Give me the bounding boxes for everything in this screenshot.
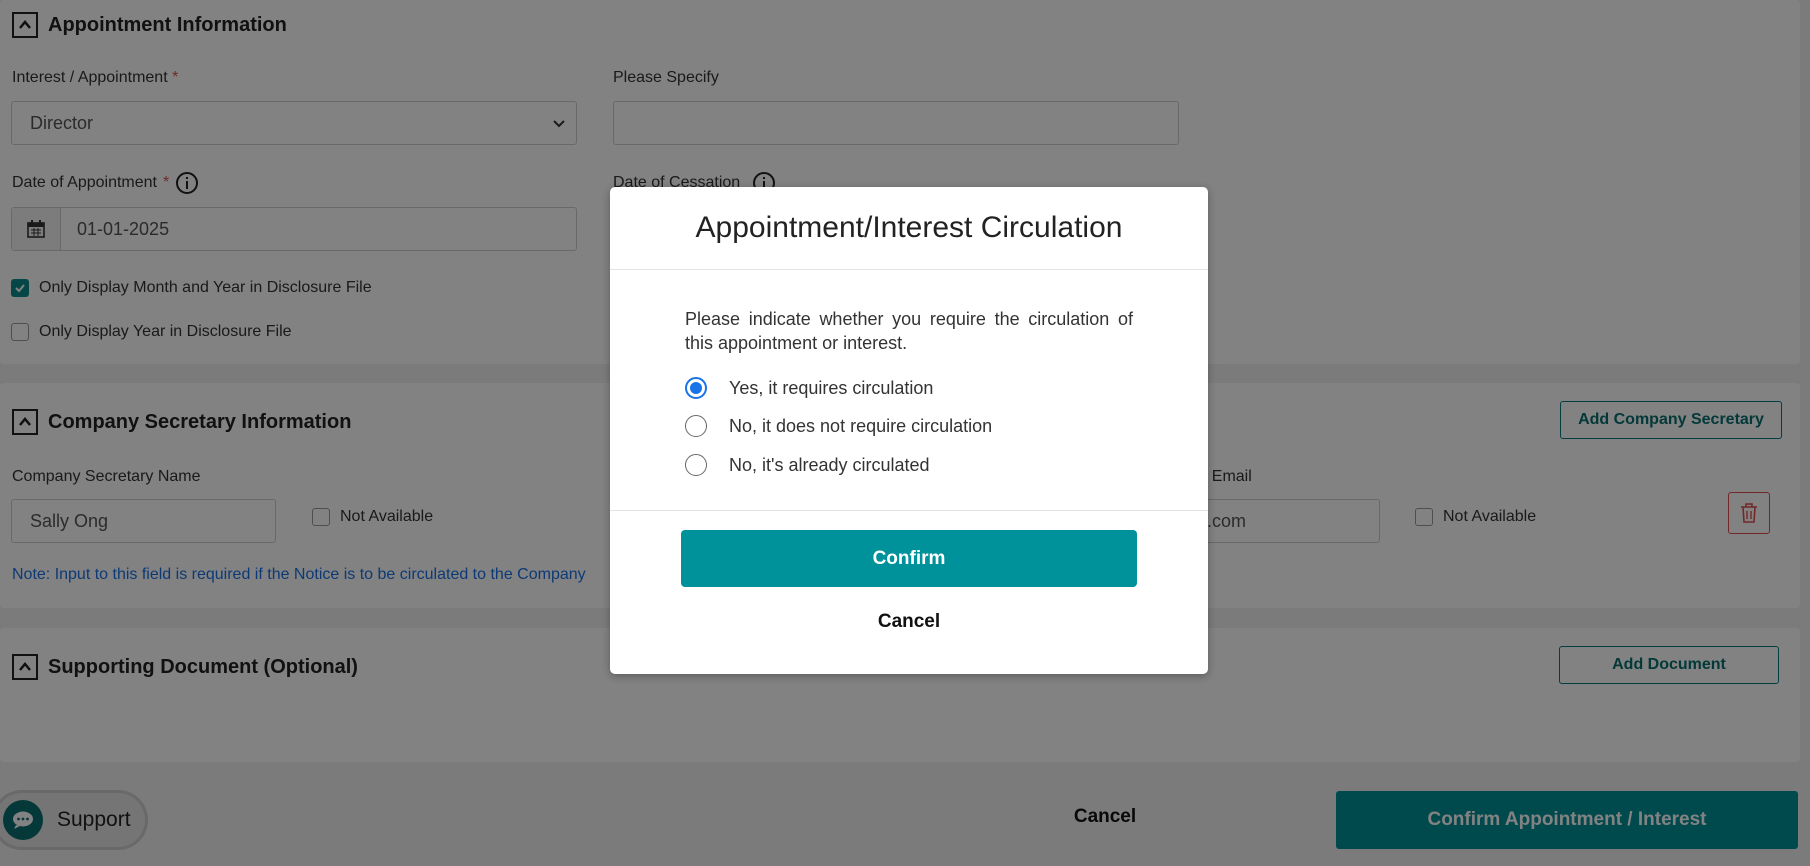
modal-confirm-button[interactable]: Confirm	[681, 530, 1137, 587]
radio-label: No, it's already circulated	[729, 454, 930, 475]
radio-option-already-circulated[interactable]: No, it's already circulated	[685, 454, 930, 476]
radio-option-requires[interactable]: Yes, it requires circulation	[685, 377, 933, 399]
circulation-modal: Appointment/Interest Circulation Please …	[610, 187, 1208, 674]
radio-option-not-required[interactable]: No, it does not require circulation	[685, 415, 992, 437]
radio-label: No, it does not require circulation	[729, 415, 993, 436]
divider	[610, 269, 1208, 270]
divider	[610, 510, 1208, 511]
modal-title: Appointment/Interest Circulation	[695, 211, 1123, 244]
radio-button[interactable]	[685, 415, 707, 437]
modal-description: Please indicate whether you require the …	[685, 309, 1133, 353]
modal-cancel-button[interactable]: Cancel	[610, 611, 1208, 633]
radio-button-selected[interactable]	[685, 377, 707, 399]
radio-button[interactable]	[685, 454, 707, 476]
radio-label: Yes, it requires circulation	[729, 377, 934, 398]
